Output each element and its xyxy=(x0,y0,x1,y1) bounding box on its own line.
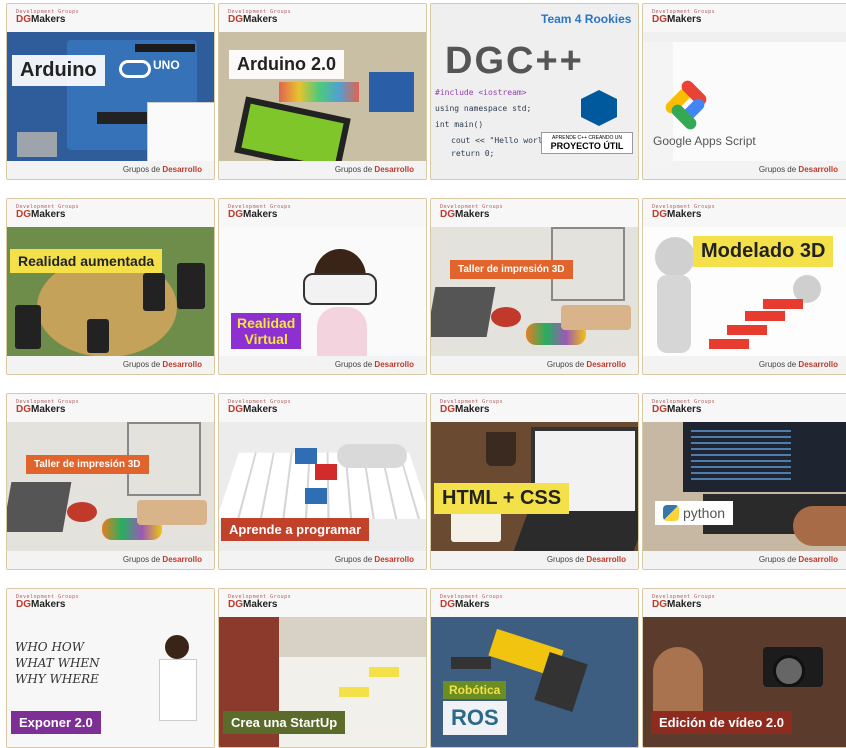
arduino-logo-icon xyxy=(119,60,151,78)
card-header: Development Groups DGMakers xyxy=(643,199,846,227)
card-header: Development Groups DGMakers xyxy=(643,589,846,617)
dgmakers-logo: Development Groups DGMakers xyxy=(652,9,716,25)
card-footer: Grupos de Desarrollo xyxy=(431,356,638,374)
code-line: return 0; xyxy=(451,149,495,158)
course-card-realidad-virtual[interactable]: Development Groups DGMakers Realidad Virt… xyxy=(218,198,427,375)
dgmakers-logo: Development Groups DGMakers xyxy=(16,204,80,220)
card-title-small: Robótica xyxy=(443,681,507,699)
card-footer: Grupos de Desarrollo xyxy=(219,551,426,569)
card-title: DGC++ xyxy=(445,40,584,82)
card-title: HTML + CSS xyxy=(434,483,570,514)
dgmakers-logo: Development Groups DGMakers xyxy=(440,204,504,220)
card-footer: Grupos de Desarrollo xyxy=(219,356,426,374)
dgmakers-logo: Development Groups DGMakers xyxy=(16,399,80,415)
whiteboard-words: WHO HOW WHAT WHEN WHY WHERE xyxy=(15,640,100,686)
card-title: Taller de impresión 3D xyxy=(26,455,149,474)
card-header: Development Groups DGMakers xyxy=(7,394,214,422)
3d-printer-photo xyxy=(7,422,214,551)
dgmakers-logo: Development Groups DGMakers xyxy=(16,594,80,610)
card-title: Edición de vídeo 2.0 xyxy=(651,711,792,734)
course-card-taller-3d[interactable]: Development Groups DGMakers Taller de imp… xyxy=(430,198,639,375)
card-header: Development Groups DGMakers xyxy=(643,4,846,32)
apps-script-logo-icon xyxy=(663,77,715,132)
dgmakers-logo: Development Groups DGMakers xyxy=(440,399,504,415)
card-footer: Grupos de Desarrollo xyxy=(7,161,214,179)
card-header: Development Groups DGMakers xyxy=(219,589,426,617)
card-footer: Grupos de Desarrollo xyxy=(431,551,638,569)
dgmakers-logo: Development Groups DGMakers xyxy=(228,204,292,220)
course-card-arduino-2[interactable]: Development Groups DGMakers Arduino 2.0 G… xyxy=(218,3,427,180)
course-badge: APRENDE C++ CREANDO UN PROYECTO ÚTIL xyxy=(541,132,633,154)
course-card-startup[interactable]: Development Groups DGMakers Crea una Star… xyxy=(218,588,427,748)
arduino-board-illustration: UNO xyxy=(7,32,214,161)
card-header: Development Groups DGMakers xyxy=(431,394,638,422)
card-header: Development Groups DGMakers xyxy=(643,394,846,422)
card-header: Development Groups DGMakers xyxy=(7,589,214,617)
dgmakers-logo: Development Groups DGMakers xyxy=(16,9,80,25)
card-header: Development Groups DGMakers xyxy=(7,4,214,32)
card-header: Development Groups DGMakers xyxy=(219,199,426,227)
course-card-robotica-ros[interactable]: Development Groups DGMakers Robótica ROS xyxy=(430,588,639,748)
card-title: Arduino 2.0 xyxy=(229,50,345,79)
dgmakers-logo: Development Groups DGMakers xyxy=(228,594,292,610)
card-title: Aprende a programar xyxy=(221,518,370,541)
course-card-html-css[interactable]: Development Groups DGMakers HTML + CSS Gr… xyxy=(430,393,639,570)
card-footer: Grupos de Desarrollo xyxy=(219,161,426,179)
card-header: Development Groups DGMakers xyxy=(219,4,426,32)
laptop-code-photo xyxy=(643,422,846,551)
cpp-logo-icon xyxy=(581,90,617,126)
card-footer: Grupos de Desarrollo xyxy=(7,356,214,374)
team4rookies-logo: Team 4 Rookies xyxy=(541,12,632,26)
ar-phones-photo xyxy=(7,227,214,356)
card-title: Realidad aumentada xyxy=(10,249,163,273)
card-header: Development Groups DGMakers xyxy=(7,199,214,227)
card-footer: Grupos de Desarrollo xyxy=(7,551,214,569)
3d-printer-photo xyxy=(431,227,638,356)
course-card-python[interactable]: Development Groups DGMakers python Grupos… xyxy=(642,393,846,570)
card-title: ROS xyxy=(443,701,507,735)
course-card-taller-3d-2[interactable]: Development Groups DGMakers Taller de imp… xyxy=(6,393,215,570)
course-card-apps-script[interactable]: Development Groups DGMakers Google Apps S… xyxy=(642,3,846,180)
course-card-aprende-programar[interactable]: Development Groups DGMakers Aprende a pro… xyxy=(218,393,427,570)
card-title: Arduino xyxy=(12,55,105,86)
card-title: Exponer 2.0 xyxy=(11,711,101,734)
dgmakers-logo: Development Groups DGMakers xyxy=(228,9,292,25)
code-line: using namespace std; xyxy=(435,104,532,113)
dgmakers-logo: Development Groups DGMakers xyxy=(228,399,292,415)
card-footer: Grupos de Desarrollo xyxy=(643,551,846,569)
course-card-realidad-aumentada[interactable]: Development Groups DGMakers Realidad aume… xyxy=(6,198,215,375)
card-footer: Grupos de Desarrollo xyxy=(643,161,846,179)
card-board-label: UNO xyxy=(153,58,180,72)
course-card-arduino[interactable]: Development Groups DGMakers UNO Arduino G… xyxy=(6,3,215,180)
dgmakers-logo: Development Groups DGMakers xyxy=(440,594,504,610)
python-logo-icon xyxy=(663,505,679,521)
course-card-dgcpp[interactable]: Team 4 Rookies DGC++ #include <iostream>… xyxy=(430,3,639,180)
course-card-modelado-3d[interactable]: Development Groups DGMakers Modelado 3D G… xyxy=(642,198,846,375)
dgmakers-logo: Development Groups DGMakers xyxy=(652,399,716,415)
dgmakers-logo: Development Groups DGMakers xyxy=(652,204,716,220)
card-title: Modelado 3D xyxy=(693,236,834,267)
card-title: Google Apps Script xyxy=(653,134,756,148)
card-title: Crea una StartUp xyxy=(223,711,346,734)
card-title: Realidad Virtual xyxy=(231,313,302,349)
course-card-edicion-video[interactable]: Development Groups DGMakers Edición de ví… xyxy=(642,588,846,748)
code-line: int main() xyxy=(435,120,484,129)
code-line: #include <iostream> xyxy=(435,88,527,97)
course-card-exponer[interactable]: Development Groups DGMakers WHO HOW WHAT … xyxy=(6,588,215,748)
card-title: Taller de impresión 3D xyxy=(450,260,573,279)
dgmakers-logo: Development Groups DGMakers xyxy=(652,594,716,610)
vr-headset-icon xyxy=(303,273,377,305)
card-header: Development Groups DGMakers xyxy=(431,199,638,227)
python-logo-box: python xyxy=(655,501,734,525)
card-footer: Grupos de Desarrollo xyxy=(643,356,846,374)
card-header: Development Groups DGMakers xyxy=(431,589,638,617)
card-header: Development Groups DGMakers xyxy=(219,394,426,422)
